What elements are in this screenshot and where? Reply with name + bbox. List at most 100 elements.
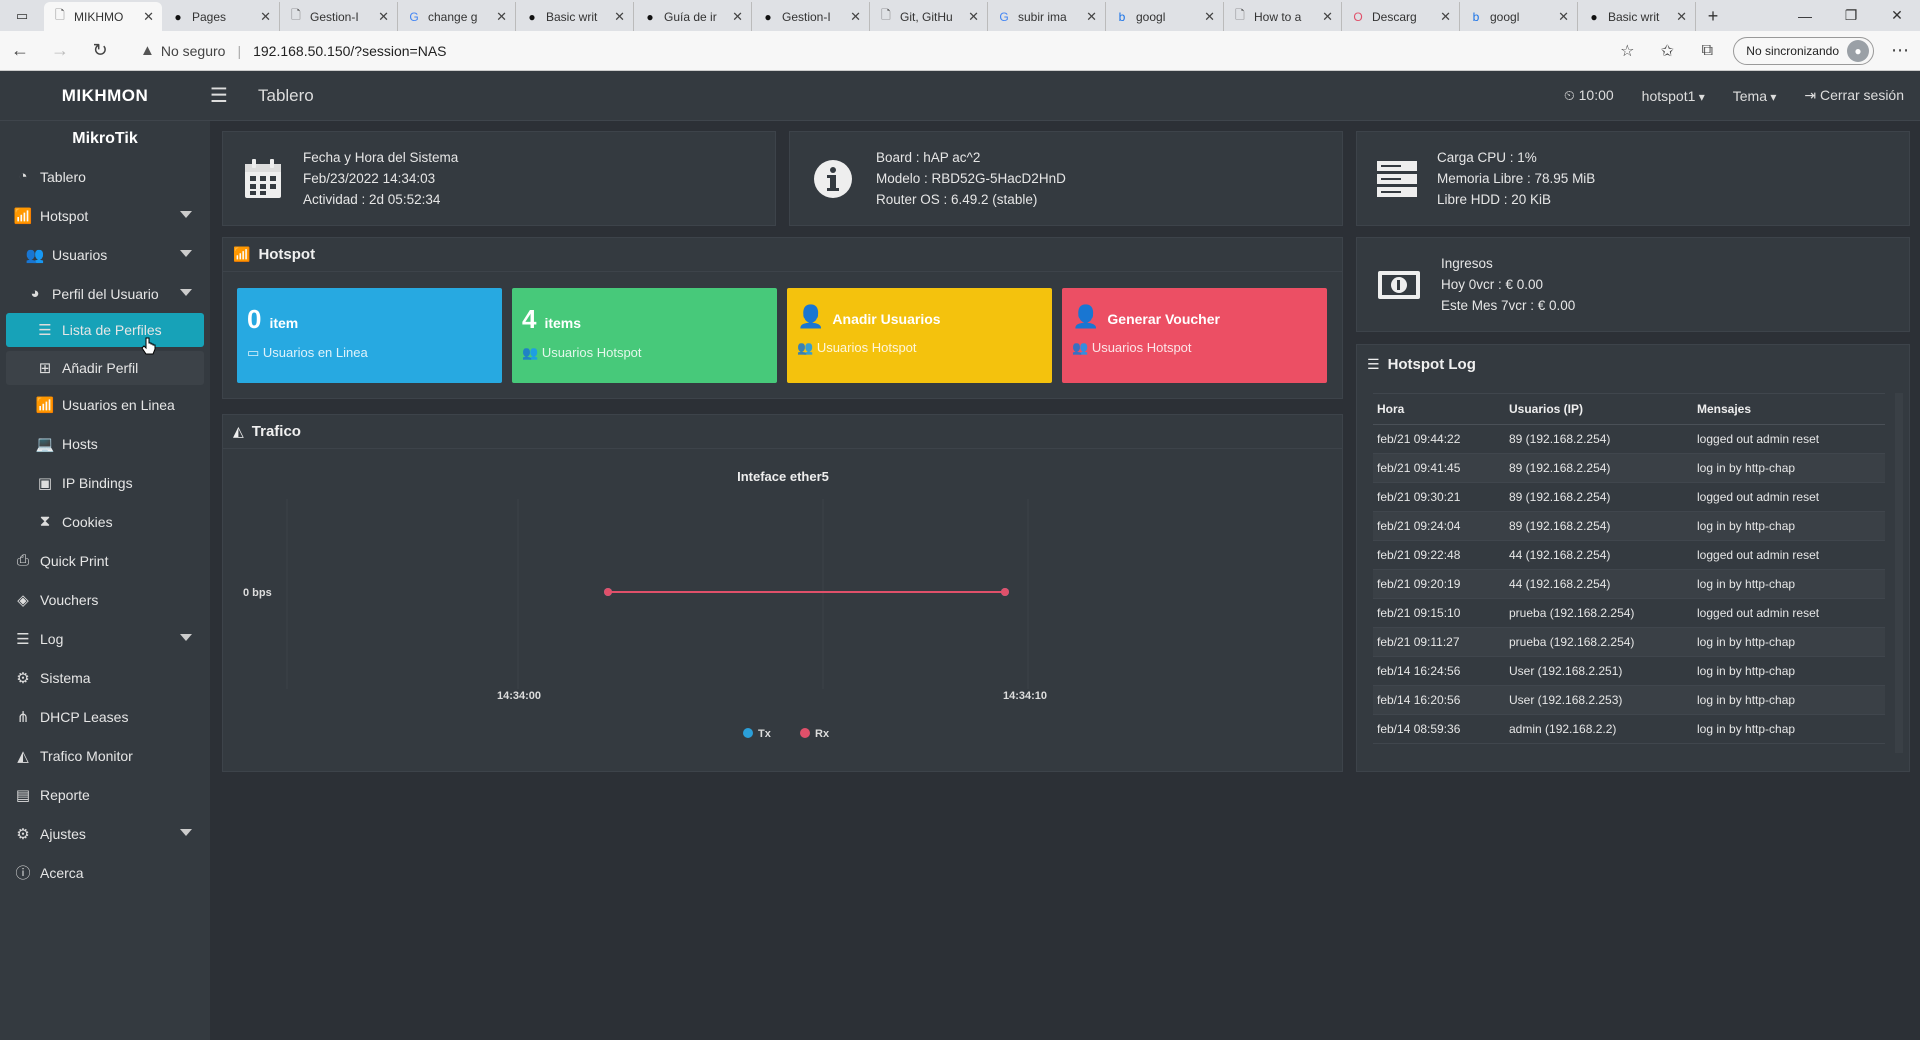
tab-close-icon[interactable]: ✕ <box>1204 9 1215 25</box>
log-column-header[interactable]: Hora <box>1373 394 1505 425</box>
sidebar-item-usuarios-en-linea[interactable]: 📶 Usuarios en Linea <box>0 385 210 424</box>
sidebar-item-log[interactable]: ☰ Log <box>0 619 210 658</box>
log-row: feb/14 16:20:56 User (192.168.2.253) log i… <box>1373 685 1885 715</box>
sidebar-title: MikroTik <box>72 130 138 147</box>
log-cell: admin (192.168.2.2) <box>1505 714 1693 744</box>
sidebar-item-reporte[interactable]: ▤ Reporte <box>0 775 210 814</box>
sidebar-item-perfil-del-usuario[interactable]: ◕ Perfil del Usuario <box>0 274 210 313</box>
sidebar-item-quick-print[interactable]: ⎙ Quick Print <box>0 541 210 580</box>
resources-info: Carga CPU : 1% Memoria Libre : 78.95 MiB… <box>1437 147 1595 210</box>
security-status: No seguro <box>160 42 226 59</box>
hotspot-tile[interactable]: 0 item ▭ Usuarios en Linea <box>237 288 502 383</box>
restore-icon[interactable]: ❐ <box>1828 0 1874 31</box>
tab-close-icon[interactable]: ✕ <box>1676 9 1687 25</box>
sidebar-item-usuarios[interactable]: 👥 Usuarios <box>0 235 210 274</box>
browser-tab[interactable]: ● Guía de ir ✕ <box>634 2 752 31</box>
more-icon[interactable]: ⋯ <box>1880 31 1920 71</box>
sidebar-item-trafico-monitor[interactable]: ◭ Trafico Monitor <box>0 736 210 775</box>
minimize-icon[interactable]: — <box>1782 0 1828 31</box>
browser-tab[interactable]: b googl ✕ <box>1460 2 1578 31</box>
browser-tab[interactable]: Gsubir ima ✕ <box>988 2 1106 31</box>
browser-tab[interactable]: ● Gestion-I ✕ <box>752 2 870 31</box>
income-today: Hoy 0vcr : € 0.00 <box>1441 277 1544 292</box>
sidebar-item-lista-de-perfiles[interactable]: ☰ Lista de Perfiles <box>6 313 204 347</box>
reload-icon[interactable]: ↻ <box>80 31 120 71</box>
tab-close-icon[interactable]: ✕ <box>496 9 507 25</box>
tab-close-icon[interactable]: ✕ <box>378 9 389 25</box>
log-row: feb/21 09:22:48 44 (192.168.2.254) logged … <box>1373 540 1885 570</box>
tab-close-icon[interactable]: ✕ <box>732 9 743 25</box>
log-cell: feb/14 08:59:36 <box>1373 714 1505 744</box>
close-window-icon[interactable]: ✕ <box>1874 0 1920 31</box>
favorite-star-icon[interactable]: ☆ <box>1607 41 1647 61</box>
collections-icon[interactable]: ⧉ <box>1687 42 1727 60</box>
hotspot-panel-header: 📶 Hotspot <box>223 238 1342 272</box>
tab-close-icon[interactable]: ✕ <box>260 9 271 25</box>
favorites-icon[interactable]: ✩ <box>1647 41 1687 61</box>
ticket-icon: ◈ <box>17 591 29 609</box>
sidebar-item-anadir-perfil[interactable]: ⊞ Añadir Perfil <box>6 351 204 385</box>
sidebar-item-vouchers[interactable]: ◈ Vouchers <box>0 580 210 619</box>
browser-tab[interactable]: ● Basic writ ✕ <box>1578 2 1696 31</box>
browser-tab[interactable]: 🗋 How to a ✕ <box>1224 2 1342 31</box>
sync-button[interactable]: No sincronizando ● <box>1733 36 1874 65</box>
tab-close-icon[interactable]: ✕ <box>1558 9 1569 25</box>
tab-close-icon[interactable]: ✕ <box>850 9 861 25</box>
sidebar-item-tablero[interactable]: ◔ Tablero <box>0 157 210 196</box>
browser-tab[interactable]: 🗋 MIKHMO ✕ <box>44 2 162 31</box>
hotspot-tile[interactable]: 4 items 👥 Usuarios Hotspot <box>512 288 777 383</box>
tab-close-icon[interactable]: ✕ <box>614 9 625 25</box>
tab-close-icon[interactable]: ✕ <box>143 9 154 25</box>
hotspot-select[interactable]: hotspot1 <box>1642 88 1705 104</box>
tab-close-icon[interactable]: ✕ <box>1440 9 1451 25</box>
tab-actions-icon[interactable]: ▭ <box>0 0 44 31</box>
tile-label: Anadir Usuarios <box>832 311 941 327</box>
log-row: feb/21 09:11:27 prueba (192.168.2.254) log… <box>1373 627 1885 657</box>
sidebar-item-ip-bindings[interactable]: ▣ IP Bindings <box>0 463 210 502</box>
browser-tab[interactable]: 🗋 Git, GitHu ✕ <box>870 2 988 31</box>
tile-subtitle: ▭ Usuarios en Linea <box>247 345 492 361</box>
back-icon[interactable]: ← <box>0 31 40 71</box>
user-plus-icon: 👤 <box>797 304 825 329</box>
system-date: Feb/23/2022 14:34:03 <box>303 171 436 186</box>
browser-tab[interactable]: O Descarg ✕ <box>1342 2 1460 31</box>
hotspot-tile[interactable]: 👤 Anadir Usuarios 👥 Usuarios Hotspot <box>787 288 1052 383</box>
browser-tab[interactable]: 🗋 Gestion-I ✕ <box>280 2 398 31</box>
tab-close-icon[interactable]: ✕ <box>968 9 979 25</box>
money-icon <box>1357 270 1441 300</box>
sidebar-item-hosts[interactable]: 💻 Hosts <box>0 424 210 463</box>
sidebar-item-label: Perfil del Usuario <box>52 285 159 302</box>
new-tab-button[interactable]: + <box>1696 2 1730 31</box>
sidebar-item-sistema[interactable]: ⚙ Sistema <box>0 658 210 697</box>
caret-down-icon <box>180 211 192 218</box>
logout-button[interactable]: ⇥ Cerrar sesión <box>1804 87 1904 104</box>
sidebar-item-hotspot[interactable]: 📶 Hotspot <box>0 196 210 235</box>
forward-icon[interactable]: → <box>40 31 80 71</box>
browser-tab[interactable]: Gchange g ✕ <box>398 2 516 31</box>
log-cell: feb/21 09:15:10 <box>1373 598 1505 628</box>
theme-select[interactable]: Tema <box>1733 88 1777 104</box>
sidebar-item-ajustes[interactable]: ⚙ Ajustes <box>0 814 210 853</box>
sidebar-item-cookies[interactable]: ⧗ Cookies <box>0 502 210 541</box>
url-input[interactable]: ▲ No seguro | 192.168.50.150/?session=NA… <box>140 36 1607 66</box>
tab-close-icon[interactable]: ✕ <box>1086 9 1097 25</box>
browser-tab[interactable]: b googl ✕ <box>1106 2 1224 31</box>
sidebar-item-label: Añadir Perfil <box>62 360 139 376</box>
sidebar: MikroTik ◔ Tablero 📶 Hotspot 👥 Usuarios ◕ Perfi… <box>0 121 210 1040</box>
sidebar-item-acerca[interactable]: ⓘ Acerca <box>0 853 210 892</box>
users-icon: 👥 <box>797 340 814 355</box>
browser-tab[interactable]: ● Pages ✕ <box>162 2 280 31</box>
log-cell: feb/21 09:11:27 <box>1373 627 1505 657</box>
hotspot-tile[interactable]: 👤 Generar Voucher 👥 Usuarios Hotspot <box>1062 288 1327 383</box>
hotspot-log-scrollbar[interactable] <box>1895 393 1903 753</box>
browser-tab[interactable]: ● Basic writ ✕ <box>516 2 634 31</box>
log-cell: prueba (192.168.2.254) <box>1505 598 1693 628</box>
github-icon: ● <box>174 9 182 24</box>
log-column-header[interactable]: Usuarios (IP) <box>1505 394 1693 425</box>
log-column-header[interactable]: Mensajes <box>1693 394 1885 425</box>
clock: ⏲ 10:00 <box>1564 87 1614 104</box>
sidebar-item-dhcp-leases[interactable]: ⋔ DHCP Leases <box>0 697 210 736</box>
board-info: Board : hAP ac^2 Modelo : RBD52G-5HacD2H… <box>876 147 1066 210</box>
tab-close-icon[interactable]: ✕ <box>1322 9 1333 25</box>
hamburger-menu-icon[interactable]: ☰ <box>210 83 240 108</box>
